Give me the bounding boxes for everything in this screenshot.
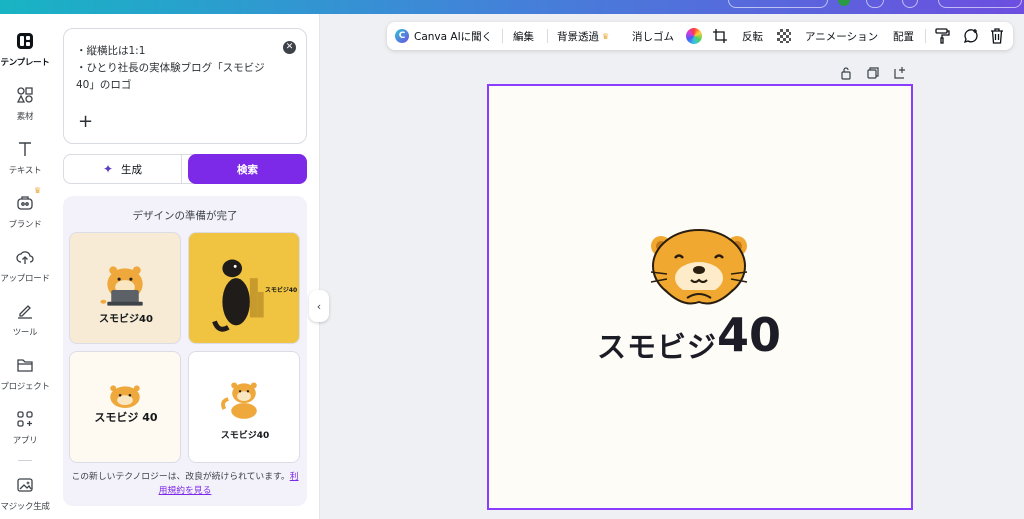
upload-icon: [16, 251, 34, 264]
edit-button[interactable]: 編集: [513, 22, 534, 50]
design-canvas[interactable]: スモビジ 40: [487, 84, 913, 510]
design-thumbnail[interactable]: スモビジ40: [69, 232, 181, 344]
folder-icon: [17, 359, 33, 372]
crown-icon: ♛: [602, 31, 610, 41]
draw-icon: [18, 305, 32, 319]
animation-button[interactable]: アニメーション: [805, 22, 878, 50]
clear-prompt-button[interactable]: ✕: [283, 41, 296, 54]
chevron-left-icon: ‹: [316, 299, 322, 313]
comment-button[interactable]: [963, 22, 979, 50]
rail-item-label: ツール: [12, 328, 38, 338]
rail-item-elements[interactable]: 素材: [0, 84, 50, 134]
prompt-text[interactable]: ・縦横比は1:1 ・ひとり社長の実体験ブログ「スモビジ40」のロゴ: [76, 43, 281, 94]
trash-icon: [991, 28, 1003, 44]
design-thumbnail[interactable]: スモビジ40: [188, 351, 300, 463]
rail-item-tools[interactable]: ツール: [0, 300, 50, 350]
rail-item-text[interactable]: テキスト: [0, 138, 50, 188]
rail-item-apps[interactable]: アプリ: [0, 408, 50, 458]
crown-icon: ♛: [34, 186, 42, 195]
otter-sitting-illustration: [221, 382, 257, 419]
rail-item-upload[interactable]: アップロード: [0, 246, 50, 296]
rail-item-projects[interactable]: プロジェクト: [0, 354, 50, 404]
canva-ai-label: Canva AIに聞く: [414, 30, 493, 43]
collapse-panel-button[interactable]: ‹: [309, 290, 329, 322]
canva-ai-icon: C: [395, 29, 409, 43]
bg-remove-button[interactable]: 背景透過 ♛: [557, 22, 609, 50]
left-rail: テンプレート 素材 テキスト ♛ ブランド アップロード ツール プロジェクト …: [0, 14, 50, 519]
share-button[interactable]: [938, 0, 1022, 8]
avatar[interactable]: [838, 0, 850, 6]
color-wheel-icon: [686, 28, 702, 44]
rail-item-template[interactable]: テンプレート: [0, 30, 50, 80]
brand-icon: [17, 196, 33, 210]
design-thumbnail[interactable]: スモビジ 40: [69, 351, 181, 463]
thumbnail-caption: スモビジ 40: [94, 411, 158, 424]
transparency-icon: [777, 29, 791, 43]
apps-icon: [17, 411, 33, 427]
header-button[interactable]: [728, 0, 828, 8]
transparency-button[interactable]: [777, 22, 791, 50]
magic-design-panel: ・縦横比は1:1 ・ひとり社長の実体験ブログ「スモビジ40」のロゴ ✕ + ✦ …: [50, 14, 320, 519]
rail-item-magic-media[interactable]: マジック生成: [0, 474, 50, 519]
comment-add-icon: [963, 29, 978, 44]
header-button[interactable]: [866, 0, 884, 8]
search-button[interactable]: 検索: [188, 154, 307, 184]
header-button[interactable]: [902, 0, 918, 8]
text-icon: [19, 142, 31, 156]
generate-label: 生成: [121, 163, 143, 176]
position-button[interactable]: 配置: [893, 22, 914, 50]
rail-item-label: マジック生成: [0, 502, 50, 512]
rail-item-label: テンプレート: [0, 58, 50, 68]
color-adjust-button[interactable]: [686, 22, 702, 50]
thumbnail-caption: スモビジ40: [99, 314, 153, 325]
results-title: デザインの準備が完了: [132, 210, 238, 222]
logo-text: スモビジ: [597, 330, 718, 364]
delete-button[interactable]: [990, 22, 1004, 50]
lock-icon[interactable]: [839, 66, 853, 80]
elements-icon: [16, 87, 33, 103]
add-page-icon[interactable]: [893, 66, 907, 80]
otter-face-illustration: [110, 385, 140, 408]
eraser-button[interactable]: 消しゴム: [632, 22, 674, 50]
disclaimer-text: この新しいテクノロジーは、改良が続けられています。: [71, 472, 290, 482]
copy-style-button[interactable]: [935, 22, 950, 50]
logo-number: 40: [717, 308, 782, 362]
otter-laptop-illustration: [100, 266, 143, 306]
rail-item-label: アップロード: [0, 274, 50, 284]
design-results: デザインの準備が完了 スモビジ40 スモビジ40 スモビジ 40 スモビジ40 …: [63, 196, 307, 506]
crop-icon: [713, 29, 727, 43]
design-thumbnail[interactable]: スモビジ40: [188, 232, 300, 344]
rail-item-label: 素材: [16, 112, 34, 122]
canva-ai-button[interactable]: C Canva AIに聞く: [395, 22, 492, 50]
duplicate-page-icon[interactable]: [866, 66, 880, 80]
bg-remove-label: 背景透過: [557, 30, 599, 43]
add-media-button[interactable]: +: [78, 111, 93, 132]
context-toolbar: C Canva AIに聞く 編集 背景透過 ♛ 消しゴム 反転 アニメーション …: [387, 22, 1013, 50]
sparkle-icon: ✦: [102, 162, 114, 176]
rail-item-label: ブランド: [8, 220, 42, 230]
thumbnail-caption: スモビジ40: [264, 287, 298, 294]
prompt-input[interactable]: ・縦横比は1:1 ・ひとり社長の実体験ブログ「スモビジ40」のロゴ ✕ +: [63, 28, 307, 144]
toolbar-divider: [502, 29, 503, 43]
disclaimer: この新しいテクノロジーは、改良が続けられています。利用規約を見る: [71, 470, 299, 498]
rail-item-label: アプリ: [12, 436, 38, 446]
magic-media-icon: [17, 478, 33, 492]
rail-item-label: プロジェクト: [0, 382, 50, 392]
thumbnail-caption: スモビジ40: [220, 431, 270, 441]
toolbar-divider: [547, 29, 548, 43]
rail-divider: [18, 460, 32, 461]
toolbar-divider: [925, 29, 926, 43]
rail-item-label: テキスト: [8, 166, 42, 176]
template-icon: [17, 33, 33, 49]
rail-item-brand[interactable]: ♛ ブランド: [0, 186, 50, 242]
otter-logo-illustration: [650, 229, 748, 305]
generate-button[interactable]: ✦ 生成: [63, 154, 182, 184]
crop-button[interactable]: [713, 22, 727, 50]
paint-roller-icon: [935, 28, 950, 44]
top-header-bar: [0, 0, 1024, 14]
flip-button[interactable]: 反転: [742, 22, 763, 50]
